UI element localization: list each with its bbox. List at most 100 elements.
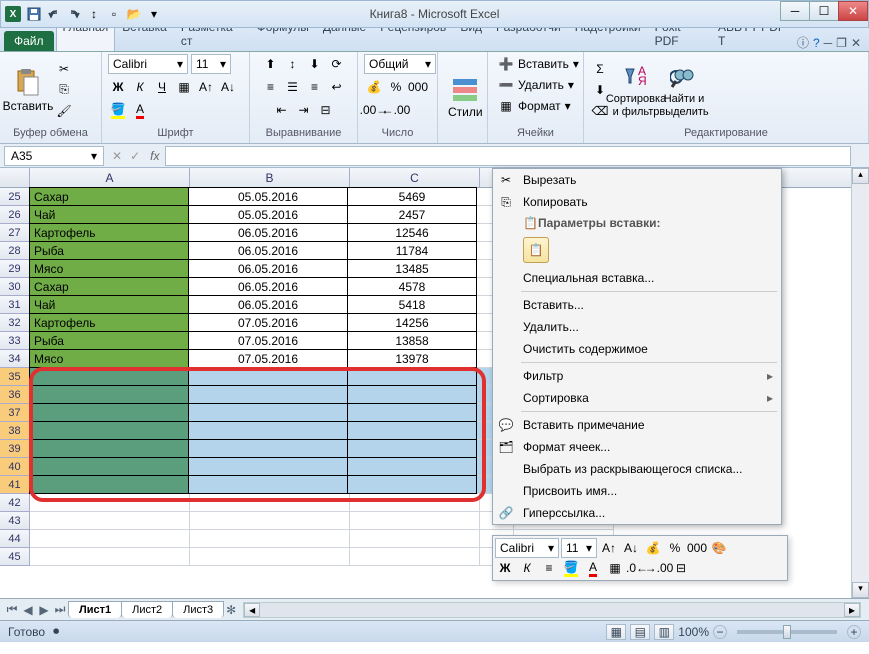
font-size-select[interactable]: 11▾ <box>191 54 231 74</box>
sheet-nav-next[interactable]: ▶ <box>36 603 52 617</box>
mini-currency-icon[interactable]: 💰 <box>643 538 663 558</box>
paste-button[interactable]: Вставить <box>6 65 50 115</box>
mini-comma-icon[interactable]: 000 <box>687 538 707 558</box>
cell[interactable]: Чай <box>29 295 189 314</box>
ctx-copy[interactable]: ⎘Копировать <box>493 191 781 213</box>
format-painter-icon[interactable]: 🖌 <box>54 101 74 121</box>
row-header[interactable]: 35 <box>0 368 30 386</box>
row-header[interactable]: 36 <box>0 386 30 404</box>
cell[interactable]: 06.05.2016 <box>188 295 348 314</box>
help-icon[interactable]: ? <box>813 36 820 50</box>
column-header[interactable]: A <box>30 168 190 187</box>
copy-icon[interactable]: ⎘ <box>54 80 74 100</box>
cell[interactable]: 07.05.2016 <box>188 349 348 368</box>
cell[interactable]: 11784 <box>347 241 477 260</box>
align-bottom-icon[interactable]: ⬇ <box>305 54 325 74</box>
zoom-level[interactable]: 100% <box>678 625 709 639</box>
ctx-dropdown[interactable]: Выбрать из раскрывающегося списка... <box>493 458 781 480</box>
column-header[interactable]: C <box>350 168 480 187</box>
undo-icon[interactable] <box>45 5 63 23</box>
fx-icon[interactable]: fx <box>144 149 165 163</box>
mini-italic-button[interactable]: К <box>517 558 537 578</box>
cell[interactable] <box>347 367 477 386</box>
cell[interactable] <box>190 494 350 512</box>
save-icon[interactable] <box>25 5 43 23</box>
macro-record-icon[interactable]: ⏺ <box>53 624 59 639</box>
row-header[interactable]: 29 <box>0 260 30 278</box>
cell[interactable]: 5418 <box>347 295 477 314</box>
cell[interactable]: 5469 <box>347 187 477 206</box>
redo-icon[interactable] <box>65 5 83 23</box>
minimize-ribbon-icon[interactable]: ⓘ <box>797 34 809 51</box>
cell[interactable] <box>188 475 348 494</box>
hscroll-right[interactable]: ▸ <box>844 603 860 617</box>
delete-cells-button[interactable]: ➖Удалить▾ <box>494 75 578 95</box>
row-header[interactable]: 39 <box>0 440 30 458</box>
cell[interactable] <box>347 403 477 422</box>
view-pagebreak-button[interactable]: ▥ <box>654 624 674 640</box>
cancel-formula-icon[interactable]: ✕ <box>108 149 126 163</box>
merge-button[interactable]: ⊟ <box>316 100 336 120</box>
column-header[interactable]: B <box>190 168 350 187</box>
cell[interactable]: 12546 <box>347 223 477 242</box>
cell[interactable]: 14256 <box>347 313 477 332</box>
percent-icon[interactable]: % <box>386 77 406 97</box>
mini-grow-font-icon[interactable]: A↑ <box>599 538 619 558</box>
row-header[interactable]: 33 <box>0 332 30 350</box>
minimize-button[interactable]: ─ <box>780 1 810 21</box>
qat-more-icon[interactable]: ▾ <box>145 5 163 23</box>
cell[interactable] <box>29 421 189 440</box>
cell[interactable] <box>29 367 189 386</box>
zoom-slider[interactable] <box>737 630 837 634</box>
insert-cells-button[interactable]: ➕Вставить▾ <box>494 54 583 74</box>
cell[interactable] <box>188 421 348 440</box>
sheet-nav-first[interactable]: ⏮ <box>4 602 20 617</box>
cell[interactable] <box>190 548 350 566</box>
cell[interactable] <box>30 530 190 548</box>
cell[interactable] <box>30 494 190 512</box>
cell[interactable]: 07.05.2016 <box>188 313 348 332</box>
row-header[interactable]: 32 <box>0 314 30 332</box>
close-button[interactable]: ✕ <box>838 1 868 21</box>
sheet-tab[interactable]: Лист3 <box>172 601 224 618</box>
mini-font-select[interactable]: Calibri▾ <box>495 538 559 558</box>
sheet-nav-prev[interactable]: ◀ <box>20 603 36 617</box>
underline-button[interactable]: Ч <box>152 77 172 97</box>
row-header[interactable]: 44 <box>0 530 30 548</box>
decrease-font-icon[interactable]: A↓ <box>218 77 238 97</box>
win-close-icon[interactable]: ✕ <box>851 36 861 50</box>
cell[interactable]: Рыба <box>29 331 189 350</box>
cell[interactable]: Мясо <box>29 259 189 278</box>
cell[interactable]: 06.05.2016 <box>188 277 348 296</box>
ctx-cut[interactable]: ✂Вырезать <box>493 169 781 191</box>
mini-inc-decimal-icon[interactable]: →.00 <box>649 558 669 578</box>
row-header[interactable]: 43 <box>0 512 30 530</box>
mini-font-color-icon[interactable]: A <box>583 558 603 578</box>
styles-button[interactable]: Стили <box>444 71 487 121</box>
align-right-icon[interactable]: ≡ <box>305 77 325 97</box>
row-header[interactable]: 45 <box>0 548 30 566</box>
cell[interactable] <box>29 385 189 404</box>
cell[interactable]: 13978 <box>347 349 477 368</box>
sort-filter-button[interactable]: AЯ Сортировка и фильтр <box>614 59 658 119</box>
row-header[interactable]: 26 <box>0 206 30 224</box>
cell[interactable]: 4578 <box>347 277 477 296</box>
cell[interactable] <box>188 439 348 458</box>
row-header[interactable]: 42 <box>0 494 30 512</box>
find-select-button[interactable]: Найти и выделить <box>662 59 706 119</box>
ctx-clear[interactable]: Очистить содержимое <box>493 338 781 360</box>
cell[interactable]: 07.05.2016 <box>188 331 348 350</box>
new-icon[interactable]: ▫ <box>105 5 123 23</box>
formula-input[interactable] <box>165 146 851 166</box>
cell[interactable] <box>350 530 480 548</box>
cell[interactable] <box>188 457 348 476</box>
increase-indent-icon[interactable]: ⇥ <box>294 100 314 120</box>
view-layout-button[interactable]: ▤ <box>630 624 650 640</box>
align-center-icon[interactable]: ☰ <box>283 77 303 97</box>
cell[interactable] <box>347 421 477 440</box>
cell[interactable] <box>350 548 480 566</box>
cut-icon[interactable]: ✂ <box>54 59 74 79</box>
cell[interactable]: Картофель <box>29 223 189 242</box>
row-header[interactable]: 34 <box>0 350 30 368</box>
cell[interactable] <box>188 403 348 422</box>
